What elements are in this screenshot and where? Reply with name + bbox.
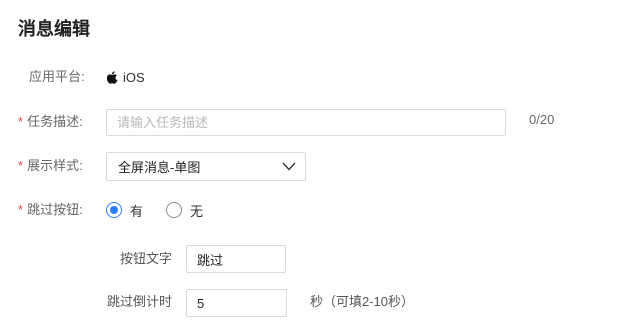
radio-checked-icon[interactable]: [106, 202, 122, 218]
required-mark: *: [18, 114, 24, 129]
message-edit-page: 消息编辑 应用平台: iOS *任务描述: 0/20 *展示样式: 全屏消息-单…: [0, 0, 634, 334]
page-title: 消息编辑: [18, 19, 90, 39]
apple-icon: [107, 70, 118, 84]
skip-countdown-label: 跳过倒计时: [107, 294, 173, 309]
required-mark: *: [18, 158, 24, 173]
required-mark: *: [18, 202, 24, 217]
skip-countdown-hint: 秒（可填2-10秒）: [310, 294, 415, 309]
display-style-selected: 全屏消息-单图: [118, 160, 201, 175]
radio-unchecked-icon[interactable]: [166, 202, 182, 218]
radio-label-no: 无: [190, 203, 204, 219]
task-desc-counter: 0/20: [529, 112, 555, 127]
button-text-label: 按钮文字: [120, 251, 173, 266]
display-style-label-text: 展示样式:: [27, 158, 83, 173]
skip-countdown-input[interactable]: [186, 289, 287, 317]
skip-button-label: * 跳过按钮:: [18, 200, 83, 220]
task-desc-input[interactable]: [106, 109, 506, 136]
task-desc-label-text: 任务描述:: [27, 114, 83, 129]
skip-button-radio-yes[interactable]: 有: [106, 200, 143, 220]
chevron-down-icon: [282, 162, 296, 171]
platform-label: 应用平台:: [29, 67, 85, 87]
skip-button-label-text: 跳过按钮:: [27, 202, 83, 217]
platform-value: iOS: [107, 67, 145, 87]
skip-button-radio-no[interactable]: 无: [166, 200, 203, 220]
radio-label-yes: 有: [130, 203, 144, 219]
display-style-select[interactable]: 全屏消息-单图: [106, 152, 306, 181]
button-text-input[interactable]: [186, 245, 286, 273]
platform-text: iOS: [123, 69, 145, 85]
task-desc-label: * 任务描述:: [18, 112, 83, 132]
display-style-label: * 展示样式:: [18, 156, 83, 176]
platform-label-text: 应用平台:: [29, 69, 85, 84]
